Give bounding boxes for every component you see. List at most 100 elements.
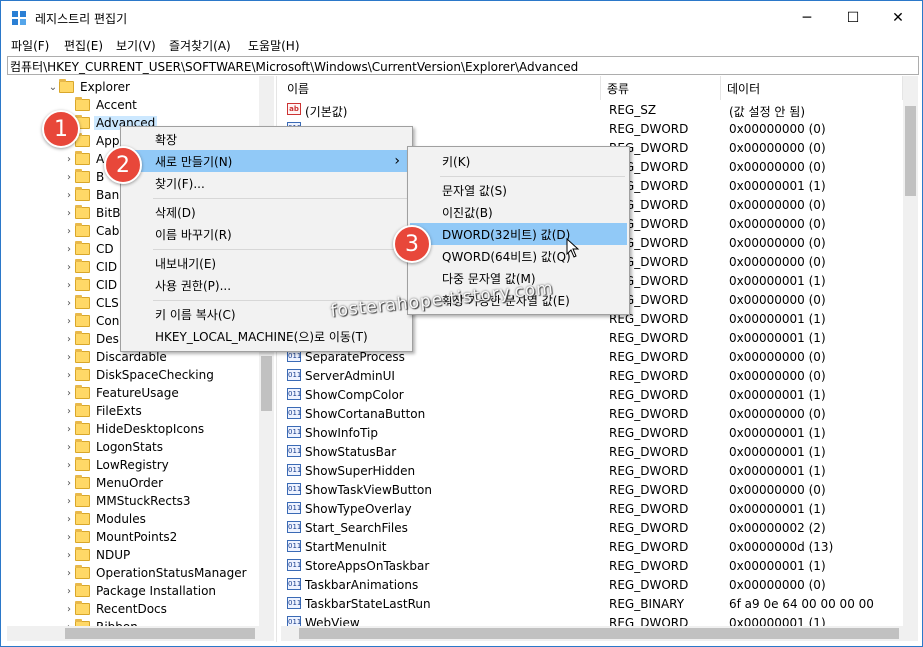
sub-binary-value[interactable]: 이진값(B)	[410, 201, 627, 223]
ctx-permissions[interactable]: 사용 권한(P)...	[123, 274, 410, 296]
tree-item[interactable]: › OperationStatusManager	[63, 564, 249, 582]
chevron-right-icon[interactable]: ›	[63, 442, 75, 453]
tree-item[interactable]: › CID	[63, 276, 119, 294]
chevron-right-icon[interactable]: ›	[63, 226, 75, 237]
chevron-right-icon[interactable]: ›	[63, 550, 75, 561]
tree-item[interactable]: › LowRegistry	[63, 456, 171, 474]
tree-item[interactable]: › Con	[63, 312, 121, 330]
ctx-expand[interactable]: 확장	[123, 128, 410, 150]
tree-item[interactable]: › Modules	[63, 510, 148, 528]
chevron-right-icon[interactable]: ›	[63, 154, 75, 165]
sub-key[interactable]: 키(K)	[410, 150, 627, 172]
sub-string-value[interactable]: 문자열 값(S)	[410, 179, 627, 201]
tree-item[interactable]: › CD	[63, 240, 116, 258]
chevron-right-icon[interactable]: ›	[63, 586, 75, 597]
close-button[interactable]: ✕	[875, 1, 921, 35]
ctx-delete[interactable]: 삭제(D)	[123, 201, 410, 223]
chevron-right-icon[interactable]: ›	[63, 496, 75, 507]
tree-item[interactable]: › HideDesktopIcons	[63, 420, 206, 438]
tree-item[interactable]: › CLS	[63, 294, 121, 312]
maximize-button[interactable]: ☐	[830, 1, 876, 35]
tree-item[interactable]: › Cab	[63, 222, 121, 240]
chevron-right-icon[interactable]: ›	[63, 568, 75, 579]
chevron-right-icon[interactable]: ›	[63, 352, 75, 363]
chevron-right-icon[interactable]: ›	[63, 514, 75, 525]
tree-item-explorer[interactable]: ⌄ Explorer	[47, 78, 132, 96]
value-row[interactable]: 011 ShowCompColor REG_DWORD 0x00000001 (1)	[281, 386, 918, 405]
tree-item[interactable]: › MenuOrder	[63, 474, 165, 492]
value-row[interactable]: 011 ServerAdminUI REG_DWORD 0x00000000 (0)	[281, 367, 918, 386]
chevron-right-icon[interactable]: ›	[63, 316, 75, 327]
value-row[interactable]: 011 ShowStatusBar REG_DWORD 0x00000001 (1)	[281, 443, 918, 462]
tree-item[interactable]: › MountPoints2	[63, 528, 179, 546]
chevron-right-icon[interactable]: ›	[63, 244, 75, 255]
value-row[interactable]: ab (기본값) REG_SZ (값 설정 안 됨)	[281, 101, 918, 120]
chevron-right-icon[interactable]: ›	[63, 370, 75, 381]
tree-item[interactable]: › Package Installation	[63, 582, 218, 600]
column-header-type[interactable]: 종류	[601, 76, 721, 100]
minimize-button[interactable]: ─	[784, 1, 830, 35]
values-horizontal-scrollbar[interactable]	[281, 626, 918, 641]
menu-help[interactable]: 도움말(H)	[248, 37, 300, 54]
tree-hscroll-thumb[interactable]	[65, 628, 255, 639]
sub-dword-value[interactable]: DWORD(32비트) 값(D)	[410, 223, 627, 245]
value-row[interactable]: 011 TaskbarStateLastRun REG_BINARY 6f a9 0e…	[281, 595, 918, 614]
tree-horizontal-scrollbar[interactable]	[7, 626, 274, 641]
value-row[interactable]: 011 ShowTypeOverlay REG_DWORD 0x00000001 (1…	[281, 500, 918, 519]
tree-item[interactable]: › A	[63, 150, 106, 168]
value-row[interactable]: 011 ShowTaskViewButton REG_DWORD 0x00000000…	[281, 481, 918, 500]
chevron-right-icon[interactable]: ›	[63, 172, 75, 183]
tree-item[interactable]: › BitB	[63, 204, 123, 222]
tree-item[interactable]: › CID	[63, 258, 119, 276]
value-row[interactable]: 011 ShowCortanaButton REG_DWORD 0x00000000 …	[281, 405, 918, 424]
value-row[interactable]: 011 StartMenuInit REG_DWORD 0x0000000d (13)	[281, 538, 918, 557]
menu-edit[interactable]: 편집(E)	[64, 37, 103, 54]
tree-scroll-thumb[interactable]	[261, 356, 272, 411]
ctx-goto-hklm[interactable]: HKEY_LOCAL_MACHINE(으)로 이동(T)	[123, 325, 410, 347]
sub-qword-value[interactable]: QWORD(64비트) 값(Q)	[410, 245, 627, 267]
tree-item[interactable]: › DiskSpaceChecking	[63, 366, 216, 384]
tree-item[interactable]: › Ban	[63, 186, 121, 204]
chevron-right-icon[interactable]: ›	[63, 460, 75, 471]
chevron-right-icon[interactable]: ›	[63, 424, 75, 435]
chevron-right-icon[interactable]: ›	[63, 478, 75, 489]
menu-file[interactable]: 파일(F)	[11, 37, 49, 54]
chevron-right-icon[interactable]: ›	[63, 334, 75, 345]
ctx-find[interactable]: 찾기(F)...	[123, 172, 410, 194]
chevron-down-icon[interactable]: ⌄	[47, 82, 59, 93]
chevron-right-icon[interactable]: ›	[63, 406, 75, 417]
column-header-data[interactable]: 데이터	[721, 76, 903, 100]
tree-item[interactable]: › FileExts	[63, 402, 144, 420]
value-row[interactable]: 011 ShowSuperHidden REG_DWORD 0x00000001 (1…	[281, 462, 918, 481]
title-bar[interactable]: 레지스트리 편집기 ─ ☐ ✕	[1, 1, 922, 35]
values-hscroll-thumb[interactable]	[299, 628, 899, 639]
values-scroll-thumb[interactable]	[905, 106, 916, 196]
tree-item[interactable]: › B	[63, 168, 106, 186]
tree-item[interactable]: › MMStuckRects3	[63, 492, 193, 510]
column-header-name[interactable]: 이름	[281, 76, 601, 100]
address-bar[interactable]: 컴퓨터\HKEY_CURRENT_USER\SOFTWARE\Microsoft…	[7, 56, 919, 75]
ctx-new[interactable]: 새로 만들기(N) ›	[123, 150, 410, 172]
value-row[interactable]: 011 Start_SearchFiles REG_DWORD 0x00000002 …	[281, 519, 918, 538]
tree-item[interactable]: Accent	[63, 96, 139, 114]
tree-item[interactable]: › LogonStats	[63, 438, 165, 456]
tree-item[interactable]: › Des	[63, 330, 121, 348]
tree-item[interactable]: › RecentDocs	[63, 600, 169, 618]
chevron-right-icon[interactable]: ›	[63, 532, 75, 543]
chevron-right-icon[interactable]: ›	[63, 262, 75, 273]
value-row[interactable]: 011 TaskbarAnimations REG_DWORD 0x00000000 …	[281, 576, 918, 595]
value-row[interactable]: 011 StoreAppsOnTaskbar REG_DWORD 0x00000001…	[281, 557, 918, 576]
chevron-right-icon[interactable]: ›	[63, 190, 75, 201]
chevron-right-icon[interactable]: ›	[63, 298, 75, 309]
tree-item[interactable]: › FeatureUsage	[63, 384, 181, 402]
value-row[interactable]: 011 ShowInfoTip REG_DWORD 0x00000001 (1)	[281, 424, 918, 443]
values-vertical-scrollbar[interactable]	[903, 76, 918, 626]
menu-favorites[interactable]: 즐겨찾기(A)	[169, 37, 231, 54]
ctx-rename[interactable]: 이름 바꾸기(R)	[123, 223, 410, 245]
chevron-right-icon[interactable]: ›	[63, 280, 75, 291]
tree-item[interactable]: › NDUP	[63, 546, 132, 564]
menu-view[interactable]: 보기(V)	[116, 37, 156, 54]
chevron-right-icon[interactable]: ›	[63, 604, 75, 615]
ctx-export[interactable]: 내보내기(E)	[123, 252, 410, 274]
chevron-right-icon[interactable]: ›	[63, 388, 75, 399]
